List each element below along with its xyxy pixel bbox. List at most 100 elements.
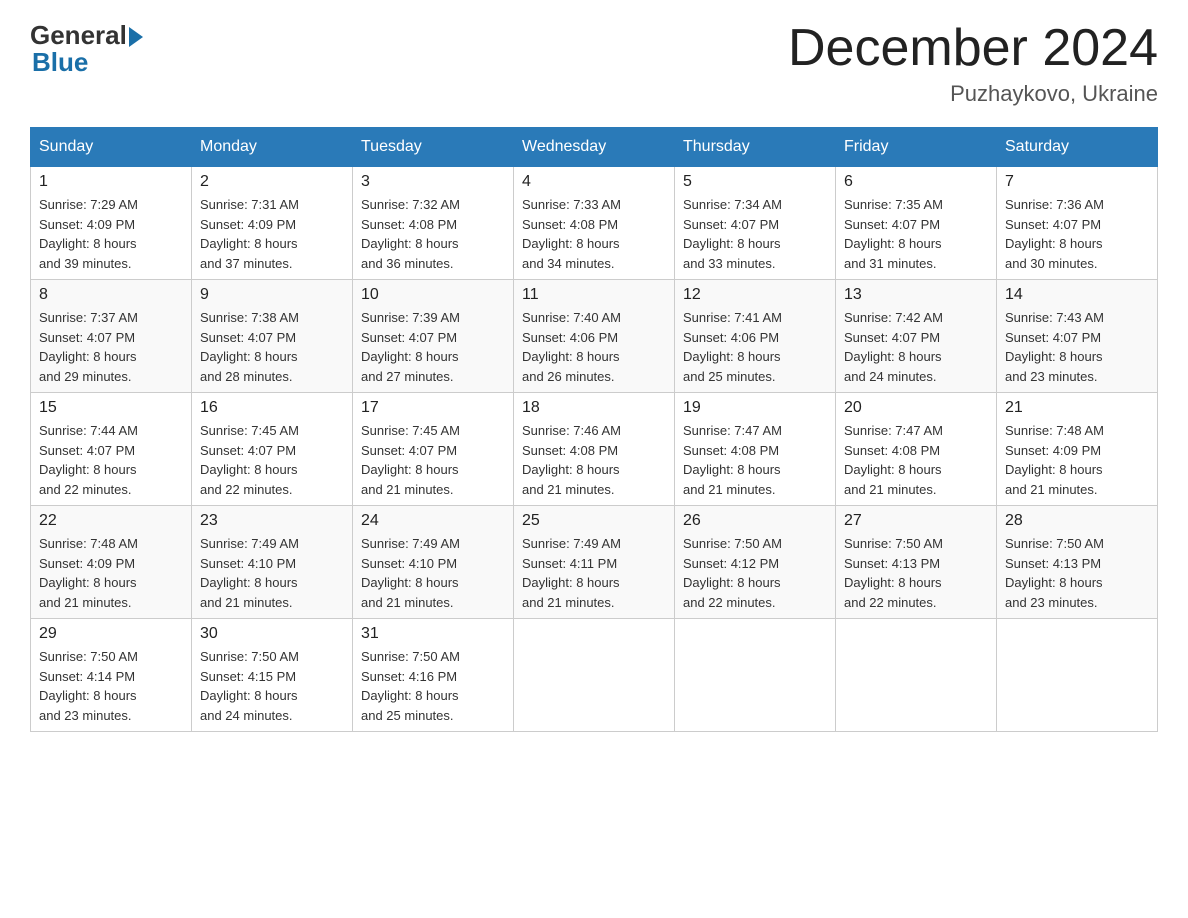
- col-saturday: Saturday: [997, 128, 1158, 167]
- col-wednesday: Wednesday: [514, 128, 675, 167]
- day-number: 5: [683, 173, 827, 191]
- day-number: 12: [683, 286, 827, 304]
- day-cell: 2 Sunrise: 7:31 AM Sunset: 4:09 PM Dayli…: [192, 167, 353, 280]
- day-info: Sunrise: 7:33 AM Sunset: 4:08 PM Dayligh…: [522, 195, 666, 273]
- day-cell: 22 Sunrise: 7:48 AM Sunset: 4:09 PM Dayl…: [31, 506, 192, 619]
- day-number: 18: [522, 399, 666, 417]
- day-cell: 21 Sunrise: 7:48 AM Sunset: 4:09 PM Dayl…: [997, 393, 1158, 506]
- day-number: 10: [361, 286, 505, 304]
- day-number: 25: [522, 512, 666, 530]
- day-info: Sunrise: 7:47 AM Sunset: 4:08 PM Dayligh…: [683, 421, 827, 499]
- day-cell: 16 Sunrise: 7:45 AM Sunset: 4:07 PM Dayl…: [192, 393, 353, 506]
- day-number: 28: [1005, 512, 1149, 530]
- day-number: 3: [361, 173, 505, 191]
- day-cell: 11 Sunrise: 7:40 AM Sunset: 4:06 PM Dayl…: [514, 280, 675, 393]
- day-info: Sunrise: 7:50 AM Sunset: 4:12 PM Dayligh…: [683, 534, 827, 612]
- day-info: Sunrise: 7:31 AM Sunset: 4:09 PM Dayligh…: [200, 195, 344, 273]
- day-info: Sunrise: 7:39 AM Sunset: 4:07 PM Dayligh…: [361, 308, 505, 386]
- header-row: Sunday Monday Tuesday Wednesday Thursday…: [31, 128, 1158, 167]
- day-number: 9: [200, 286, 344, 304]
- day-number: 11: [522, 286, 666, 304]
- day-cell: 29 Sunrise: 7:50 AM Sunset: 4:14 PM Dayl…: [31, 619, 192, 732]
- day-number: 30: [200, 625, 344, 643]
- day-number: 15: [39, 399, 183, 417]
- day-number: 16: [200, 399, 344, 417]
- day-info: Sunrise: 7:45 AM Sunset: 4:07 PM Dayligh…: [361, 421, 505, 499]
- day-cell: 15 Sunrise: 7:44 AM Sunset: 4:07 PM Dayl…: [31, 393, 192, 506]
- col-monday: Monday: [192, 128, 353, 167]
- day-cell: 23 Sunrise: 7:49 AM Sunset: 4:10 PM Dayl…: [192, 506, 353, 619]
- day-info: Sunrise: 7:43 AM Sunset: 4:07 PM Dayligh…: [1005, 308, 1149, 386]
- day-info: Sunrise: 7:45 AM Sunset: 4:07 PM Dayligh…: [200, 421, 344, 499]
- day-info: Sunrise: 7:50 AM Sunset: 4:13 PM Dayligh…: [844, 534, 988, 612]
- day-info: Sunrise: 7:37 AM Sunset: 4:07 PM Dayligh…: [39, 308, 183, 386]
- day-info: Sunrise: 7:48 AM Sunset: 4:09 PM Dayligh…: [1005, 421, 1149, 499]
- day-number: 26: [683, 512, 827, 530]
- day-info: Sunrise: 7:46 AM Sunset: 4:08 PM Dayligh…: [522, 421, 666, 499]
- day-cell: 7 Sunrise: 7:36 AM Sunset: 4:07 PM Dayli…: [997, 167, 1158, 280]
- day-info: Sunrise: 7:49 AM Sunset: 4:10 PM Dayligh…: [361, 534, 505, 612]
- logo-arrow-icon: [129, 27, 143, 47]
- day-cell: 5 Sunrise: 7:34 AM Sunset: 4:07 PM Dayli…: [675, 167, 836, 280]
- week-row-5: 29 Sunrise: 7:50 AM Sunset: 4:14 PM Dayl…: [31, 619, 1158, 732]
- day-cell: 14 Sunrise: 7:43 AM Sunset: 4:07 PM Dayl…: [997, 280, 1158, 393]
- day-number: 1: [39, 173, 183, 191]
- col-friday: Friday: [836, 128, 997, 167]
- day-number: 27: [844, 512, 988, 530]
- day-cell: 10 Sunrise: 7:39 AM Sunset: 4:07 PM Dayl…: [353, 280, 514, 393]
- day-cell: 8 Sunrise: 7:37 AM Sunset: 4:07 PM Dayli…: [31, 280, 192, 393]
- day-number: 7: [1005, 173, 1149, 191]
- day-info: Sunrise: 7:34 AM Sunset: 4:07 PM Dayligh…: [683, 195, 827, 273]
- day-cell: 9 Sunrise: 7:38 AM Sunset: 4:07 PM Dayli…: [192, 280, 353, 393]
- day-cell: 27 Sunrise: 7:50 AM Sunset: 4:13 PM Dayl…: [836, 506, 997, 619]
- day-info: Sunrise: 7:49 AM Sunset: 4:11 PM Dayligh…: [522, 534, 666, 612]
- col-thursday: Thursday: [675, 128, 836, 167]
- week-row-2: 8 Sunrise: 7:37 AM Sunset: 4:07 PM Dayli…: [31, 280, 1158, 393]
- calendar-table: Sunday Monday Tuesday Wednesday Thursday…: [30, 127, 1158, 732]
- day-cell: 30 Sunrise: 7:50 AM Sunset: 4:15 PM Dayl…: [192, 619, 353, 732]
- col-sunday: Sunday: [31, 128, 192, 167]
- day-info: Sunrise: 7:42 AM Sunset: 4:07 PM Dayligh…: [844, 308, 988, 386]
- week-row-4: 22 Sunrise: 7:48 AM Sunset: 4:09 PM Dayl…: [31, 506, 1158, 619]
- day-info: Sunrise: 7:47 AM Sunset: 4:08 PM Dayligh…: [844, 421, 988, 499]
- day-number: 24: [361, 512, 505, 530]
- day-info: Sunrise: 7:29 AM Sunset: 4:09 PM Dayligh…: [39, 195, 183, 273]
- title-section: December 2024 Puzhaykovo, Ukraine: [788, 20, 1158, 107]
- day-cell: 13 Sunrise: 7:42 AM Sunset: 4:07 PM Dayl…: [836, 280, 997, 393]
- day-cell: 19 Sunrise: 7:47 AM Sunset: 4:08 PM Dayl…: [675, 393, 836, 506]
- day-cell: [997, 619, 1158, 732]
- calendar-header: Sunday Monday Tuesday Wednesday Thursday…: [31, 128, 1158, 167]
- day-number: 6: [844, 173, 988, 191]
- week-row-1: 1 Sunrise: 7:29 AM Sunset: 4:09 PM Dayli…: [31, 167, 1158, 280]
- day-number: 21: [1005, 399, 1149, 417]
- logo-blue-text: Blue: [32, 47, 88, 78]
- day-cell: 28 Sunrise: 7:50 AM Sunset: 4:13 PM Dayl…: [997, 506, 1158, 619]
- day-info: Sunrise: 7:50 AM Sunset: 4:14 PM Dayligh…: [39, 647, 183, 725]
- day-cell: 17 Sunrise: 7:45 AM Sunset: 4:07 PM Dayl…: [353, 393, 514, 506]
- day-cell: 1 Sunrise: 7:29 AM Sunset: 4:09 PM Dayli…: [31, 167, 192, 280]
- week-row-3: 15 Sunrise: 7:44 AM Sunset: 4:07 PM Dayl…: [31, 393, 1158, 506]
- day-info: Sunrise: 7:41 AM Sunset: 4:06 PM Dayligh…: [683, 308, 827, 386]
- day-number: 17: [361, 399, 505, 417]
- day-info: Sunrise: 7:50 AM Sunset: 4:13 PM Dayligh…: [1005, 534, 1149, 612]
- day-info: Sunrise: 7:38 AM Sunset: 4:07 PM Dayligh…: [200, 308, 344, 386]
- day-number: 29: [39, 625, 183, 643]
- day-cell: [836, 619, 997, 732]
- day-info: Sunrise: 7:49 AM Sunset: 4:10 PM Dayligh…: [200, 534, 344, 612]
- col-tuesday: Tuesday: [353, 128, 514, 167]
- page-header: General Blue December 2024 Puzhaykovo, U…: [30, 20, 1158, 107]
- day-cell: 31 Sunrise: 7:50 AM Sunset: 4:16 PM Dayl…: [353, 619, 514, 732]
- day-number: 14: [1005, 286, 1149, 304]
- calendar-body: 1 Sunrise: 7:29 AM Sunset: 4:09 PM Dayli…: [31, 167, 1158, 732]
- day-number: 2: [200, 173, 344, 191]
- day-info: Sunrise: 7:35 AM Sunset: 4:07 PM Dayligh…: [844, 195, 988, 273]
- day-cell: 3 Sunrise: 7:32 AM Sunset: 4:08 PM Dayli…: [353, 167, 514, 280]
- day-number: 8: [39, 286, 183, 304]
- day-info: Sunrise: 7:40 AM Sunset: 4:06 PM Dayligh…: [522, 308, 666, 386]
- day-number: 31: [361, 625, 505, 643]
- day-cell: 12 Sunrise: 7:41 AM Sunset: 4:06 PM Dayl…: [675, 280, 836, 393]
- day-number: 23: [200, 512, 344, 530]
- day-info: Sunrise: 7:44 AM Sunset: 4:07 PM Dayligh…: [39, 421, 183, 499]
- day-cell: 20 Sunrise: 7:47 AM Sunset: 4:08 PM Dayl…: [836, 393, 997, 506]
- day-cell: 18 Sunrise: 7:46 AM Sunset: 4:08 PM Dayl…: [514, 393, 675, 506]
